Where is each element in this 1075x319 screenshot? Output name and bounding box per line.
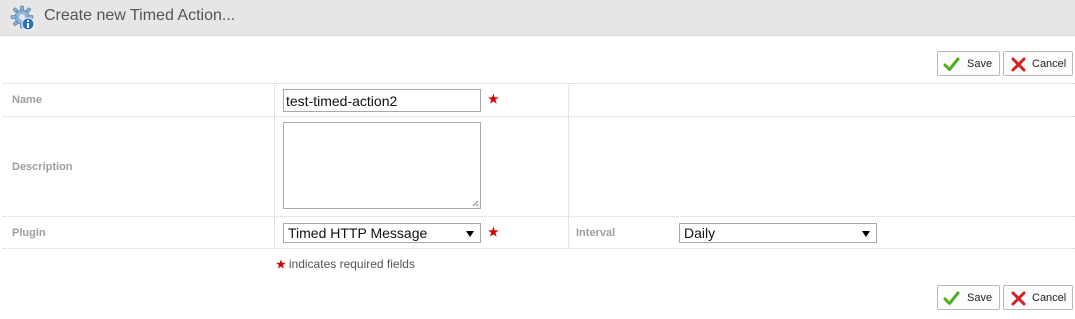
form-divider bbox=[3, 216, 1075, 217]
close-icon bbox=[1011, 291, 1026, 306]
save-button-bottom[interactable]: Save bbox=[937, 285, 1000, 310]
resize-grip-icon[interactable] bbox=[471, 199, 479, 207]
cancel-button-top[interactable]: Cancel bbox=[1003, 51, 1073, 76]
cancel-button-label: Cancel bbox=[1032, 58, 1067, 70]
page-header: Create new Timed Action... bbox=[0, 0, 1075, 36]
form-column-divider bbox=[274, 83, 275, 248]
required-fields-note: ★ indicates required fields bbox=[276, 257, 415, 271]
required-star: ★ bbox=[488, 225, 499, 239]
interval-select[interactable]: Daily bbox=[679, 223, 877, 243]
save-button-label: Save bbox=[967, 292, 993, 304]
required-star: ★ bbox=[276, 259, 286, 271]
page-title: Create new Timed Action... bbox=[44, 7, 236, 24]
save-button-label: Save bbox=[967, 58, 993, 70]
required-star: ★ bbox=[488, 92, 499, 106]
description-label: Description bbox=[12, 161, 73, 173]
form-divider bbox=[3, 116, 1075, 117]
required-note-text: indicates required fields bbox=[288, 257, 415, 271]
checkmark-icon bbox=[943, 291, 960, 305]
plugin-select[interactable]: Timed HTTP Message bbox=[283, 223, 481, 243]
form-divider bbox=[3, 83, 1075, 84]
save-button-top[interactable]: Save bbox=[937, 51, 1000, 76]
description-textarea[interactable] bbox=[283, 122, 481, 209]
cancel-button-label: Cancel bbox=[1032, 292, 1067, 304]
name-label: Name bbox=[12, 94, 42, 106]
dropdown-arrow-icon bbox=[862, 231, 870, 237]
form-divider bbox=[3, 248, 1075, 249]
plugin-selected-value: Timed HTTP Message bbox=[288, 225, 428, 241]
plugin-label: Plugin bbox=[12, 227, 46, 239]
form-column-divider bbox=[568, 83, 569, 248]
cancel-button-bottom[interactable]: Cancel bbox=[1003, 285, 1073, 310]
interval-selected-value: Daily bbox=[684, 225, 716, 241]
name-input[interactable] bbox=[283, 89, 481, 112]
checkmark-icon bbox=[943, 57, 960, 71]
gear-info-icon bbox=[10, 5, 35, 31]
dropdown-arrow-icon bbox=[466, 231, 474, 237]
close-icon bbox=[1011, 57, 1026, 72]
interval-label: Interval bbox=[576, 227, 616, 239]
